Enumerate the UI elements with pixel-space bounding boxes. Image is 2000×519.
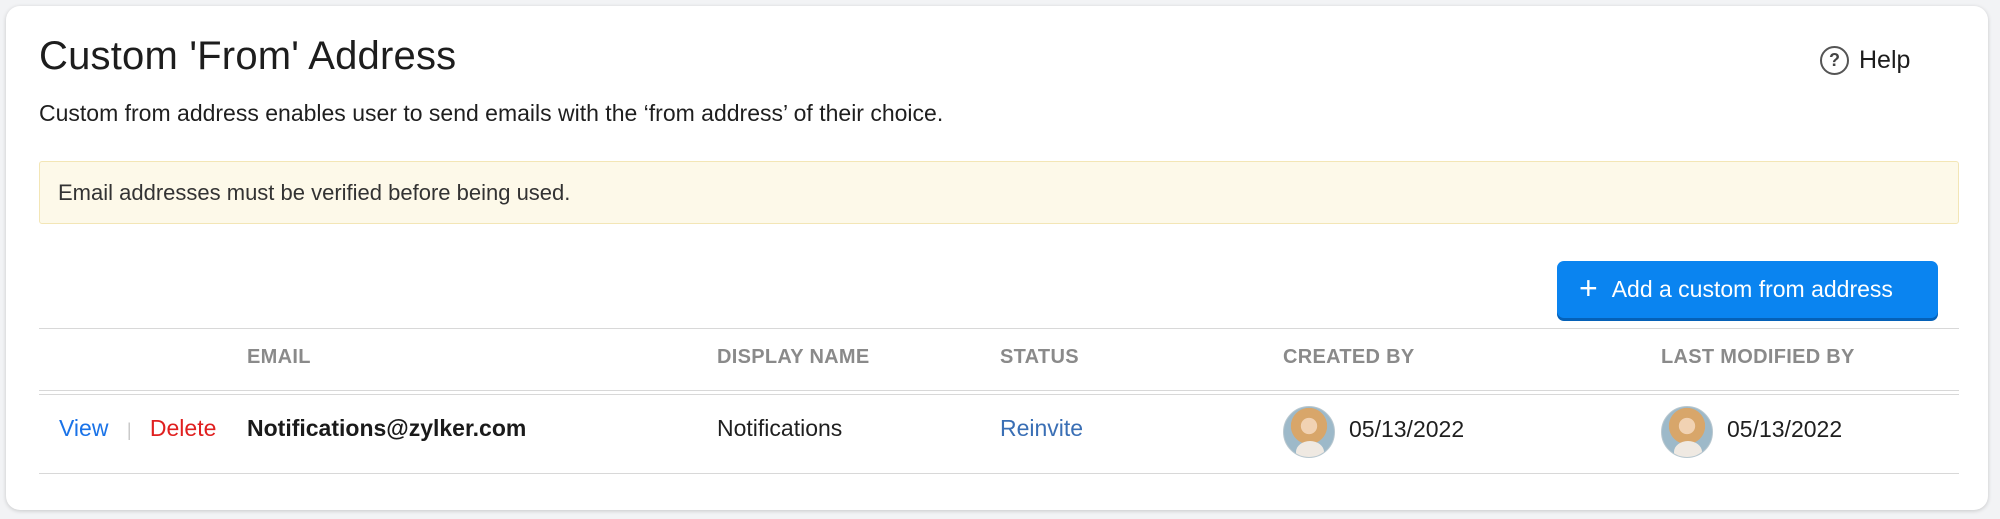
verification-notice: Email addresses must be verified before … [39,161,1959,224]
notice-text: Email addresses must be verified before … [58,179,571,205]
row-bottom-divider [39,473,1959,474]
reinvite-link[interactable]: Reinvite [1000,415,1083,442]
column-header-display-name: DISPLAY NAME [717,346,870,368]
view-link[interactable]: View [59,415,108,441]
row-email: Notifications@zylker.com [247,415,527,441]
plus-icon: + [1579,270,1598,306]
column-header-created-by: CREATED BY [1283,346,1415,368]
column-header-email: EMAIL [247,346,311,368]
header-divider-1 [39,390,1959,391]
created-by-date: 05/13/2022 [1349,416,1465,442]
column-header-status: STATUS [1000,346,1079,368]
created-by-avatar [1283,406,1335,458]
help-circle-icon: ? [1820,46,1849,75]
add-button-label: Add a custom from address [1611,276,1893,302]
row-display-name: Notifications [717,415,843,441]
page-title: Custom 'From' Address [39,34,457,78]
table-top-divider [39,328,1959,329]
last-modified-by-avatar [1661,406,1713,458]
header-divider-2 [39,394,1959,395]
page-description: Custom from address enables user to send… [39,100,944,126]
action-separator: | [126,420,132,440]
column-header-last-modified-by: LAST MODIFIED BY [1661,346,1855,368]
row-actions: View | Delete [59,415,216,442]
help-button[interactable]: ? Help [1820,46,1910,75]
delete-link[interactable]: Delete [150,415,216,441]
help-label: Help [1859,46,1911,74]
add-custom-from-address-button[interactable]: + Add a custom from address [1557,261,1938,318]
settings-card: Custom 'From' Address ? Help Custom from… [6,6,1988,510]
last-modified-date: 05/13/2022 [1727,416,1843,442]
